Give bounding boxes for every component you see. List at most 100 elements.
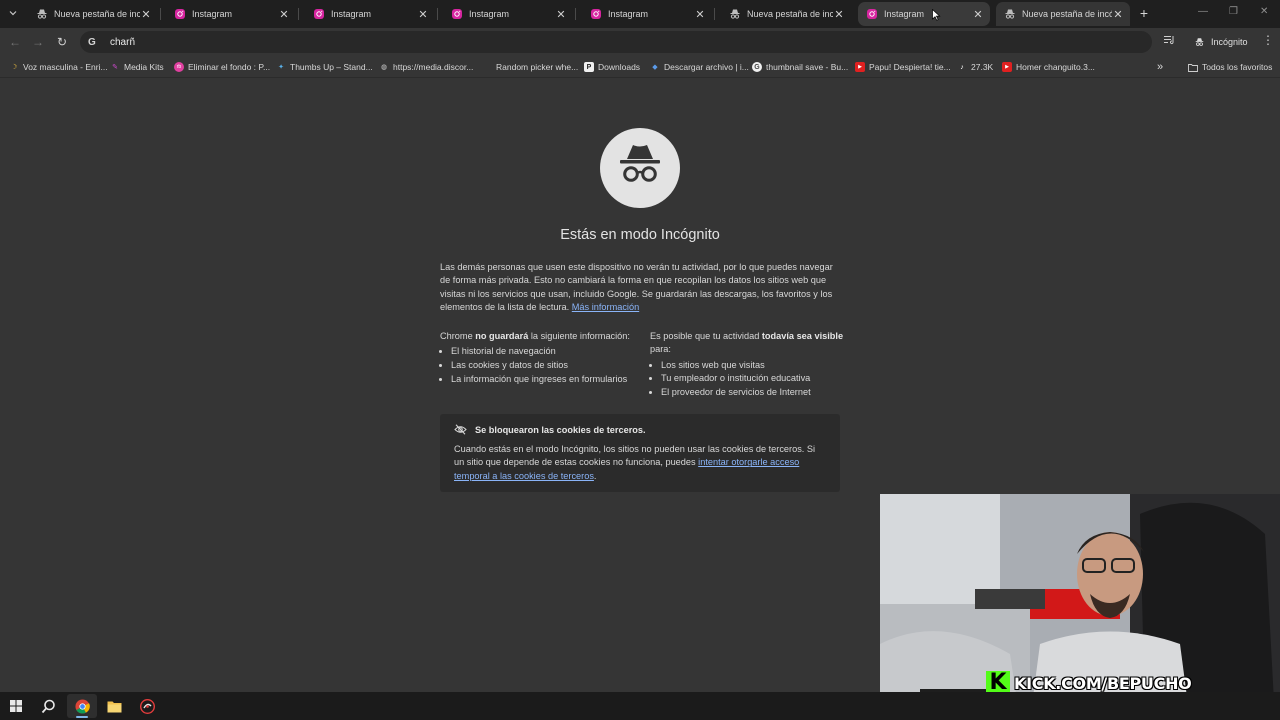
- new-tab-button[interactable]: +: [1136, 5, 1152, 21]
- chrome-icon: [74, 698, 90, 714]
- tab-title: Instagram: [884, 9, 925, 19]
- close-icon[interactable]: ✕: [417, 8, 429, 21]
- folder-icon: [1188, 62, 1198, 72]
- heading-text: la siguiente información:: [528, 331, 630, 341]
- bookmark-item[interactable]: ◍ https://media.discor...: [379, 60, 473, 74]
- wheel-icon: [482, 62, 492, 72]
- profile-label: Incógnito: [1211, 37, 1248, 47]
- close-icon[interactable]: ✕: [972, 8, 984, 21]
- tab-search-icon[interactable]: [1164, 35, 1175, 48]
- not-saved-column: Chrome no guardará la siguiente informac…: [440, 330, 640, 386]
- tab-title: Nueva pestaña de incógnito: [54, 9, 140, 19]
- heading-bold: no guardará: [475, 331, 529, 341]
- chevron-double-right-icon: »: [1157, 61, 1164, 73]
- close-icon[interactable]: ✕: [140, 8, 152, 21]
- taskbar-search-button[interactable]: [33, 694, 63, 718]
- heading-text: para:: [650, 344, 671, 355]
- tab-incognito-2[interactable]: Nueva pestaña de incógnito ✕: [721, 2, 851, 26]
- heading-text: Es posible que tu actividad: [650, 331, 762, 341]
- back-button[interactable]: ←: [7, 34, 23, 50]
- close-icon[interactable]: ✕: [694, 8, 706, 21]
- bookmark-item[interactable]: ♪ 27.3K: [957, 60, 993, 74]
- star-icon: ✦: [278, 64, 284, 71]
- not-saved-list: El historial de navegación Las cookies y…: [440, 345, 640, 386]
- incognito-icon: [730, 9, 740, 19]
- list-item: Tu empleador o institución educativa: [661, 372, 845, 386]
- list-item: La información que ingreses en formulari…: [451, 373, 640, 387]
- bookmark-label: Random picker whe...: [496, 62, 579, 72]
- bookmark-item[interactable]: Gthumbnail save - Bu...: [752, 60, 848, 74]
- bookmark-item[interactable]: ◆ Descargar archivo | i...: [650, 60, 749, 74]
- close-icon[interactable]: ✕: [278, 8, 290, 21]
- taskbar-chrome[interactable]: [67, 694, 97, 718]
- cookie-end: .: [593, 470, 597, 481]
- incognito-profile-chip[interactable]: Incógnito: [1188, 32, 1254, 52]
- remove-bg-icon: rb: [174, 62, 184, 72]
- tab-separator: [714, 8, 715, 20]
- moon-icon: ☽: [10, 64, 18, 71]
- taskbar-file-explorer[interactable]: [99, 694, 129, 718]
- cookie-card-title: Se bloquearon las cookies de terceros.: [454, 424, 826, 435]
- bookmark-item[interactable]: P Downloads: [584, 60, 640, 74]
- tab-title: Instagram: [469, 9, 510, 19]
- media-list-icon: [1164, 35, 1174, 45]
- close-window-icon[interactable]: ✕: [1260, 6, 1268, 17]
- close-icon[interactable]: ✕: [1112, 8, 1124, 21]
- tab-separator: [160, 8, 161, 20]
- minimize-icon[interactable]: —: [1198, 6, 1208, 17]
- all-bookmarks-button[interactable]: Todos los favoritos: [1188, 60, 1272, 74]
- bookmark-item[interactable]: Random picker whe...: [482, 60, 578, 74]
- tab-title: Instagram: [608, 9, 649, 19]
- bookmark-label: https://media.discor...: [393, 62, 474, 72]
- address-bar-text[interactable]: charñ: [110, 37, 135, 48]
- arrow-right-icon: →: [32, 35, 44, 49]
- tab-title: Instagram: [192, 9, 233, 19]
- taskbar-app[interactable]: [132, 694, 162, 718]
- media-kits-icon: ✎: [112, 64, 118, 71]
- tab-separator: [298, 8, 299, 20]
- bookmark-label: Media Kits: [124, 62, 164, 72]
- bookmark-item[interactable]: ☽ Voz masculina - Enri...: [9, 60, 108, 74]
- more-menu-icon[interactable]: ⋮: [1262, 33, 1274, 47]
- list-item: El proveedor de servicios de Internet: [661, 386, 845, 400]
- bookmark-item[interactable]: ✦ Thumbs Up – Stand...: [276, 60, 373, 74]
- tab-instagram-3[interactable]: Instagram ✕: [443, 2, 573, 26]
- tab-incognito-active[interactable]: Nueva pestaña de incógnito ✕: [996, 2, 1130, 26]
- globe-icon: ◍: [380, 64, 388, 71]
- forward-button[interactable]: →: [30, 34, 46, 50]
- reload-button[interactable]: ↻: [54, 34, 70, 50]
- bookmarks-overflow-button[interactable]: »: [1157, 60, 1163, 74]
- page-title: Estás en modo Incógnito: [560, 227, 720, 243]
- tab-separator: [575, 8, 576, 20]
- bookmark-label: Papu! Despierta! tie...: [869, 62, 951, 72]
- bookmark-item[interactable]: ✎ Media Kits: [110, 60, 164, 74]
- tiktok-icon: ♪: [960, 63, 964, 71]
- instagram-icon: [867, 9, 877, 19]
- tab-instagram-4[interactable]: Instagram ✕: [582, 2, 712, 26]
- tab-strip: Nueva pestaña de incógnito ✕ Instagram ✕…: [0, 0, 1280, 28]
- tab-title: Instagram: [331, 9, 372, 19]
- youtube-icon: ▶: [855, 62, 865, 72]
- close-icon[interactable]: ✕: [833, 8, 845, 21]
- not-saved-heading: Chrome no guardará la siguiente informac…: [440, 330, 640, 343]
- mouse-cursor-icon: [932, 9, 941, 21]
- tab-instagram-5[interactable]: Instagram ✕: [858, 2, 990, 26]
- address-bar[interactable]: G charñ: [80, 31, 1152, 53]
- toolbar: ← → ↻ G charñ Incógnito ⋮: [0, 28, 1280, 56]
- bookmark-label: 27.3K: [971, 62, 994, 72]
- windows-start-button[interactable]: [1, 694, 31, 718]
- restore-icon[interactable]: ❐: [1229, 6, 1238, 17]
- tab-instagram-1[interactable]: Instagram ✕: [166, 2, 296, 26]
- tab-instagram-2[interactable]: Instagram ✕: [305, 2, 435, 26]
- bookmark-item[interactable]: ▶ Papu! Despierta! tie...: [855, 60, 951, 74]
- incognito-hero-icon: [600, 128, 680, 208]
- more-info-link[interactable]: Más información: [572, 302, 639, 312]
- close-icon[interactable]: ✕: [555, 8, 567, 21]
- instagram-icon: [175, 9, 185, 19]
- cookie-title-text: Se bloquearon las cookies de terceros.: [475, 424, 646, 435]
- tab-incognito-1[interactable]: Nueva pestaña de incógnito ✕: [28, 2, 158, 26]
- bookmark-item[interactable]: rb Eliminar el fondo : P...: [174, 60, 270, 74]
- tab-search-button[interactable]: [4, 4, 22, 22]
- bookmark-item[interactable]: ▶ Homer changuito.3...: [1002, 60, 1095, 74]
- instagram-icon: [452, 9, 462, 19]
